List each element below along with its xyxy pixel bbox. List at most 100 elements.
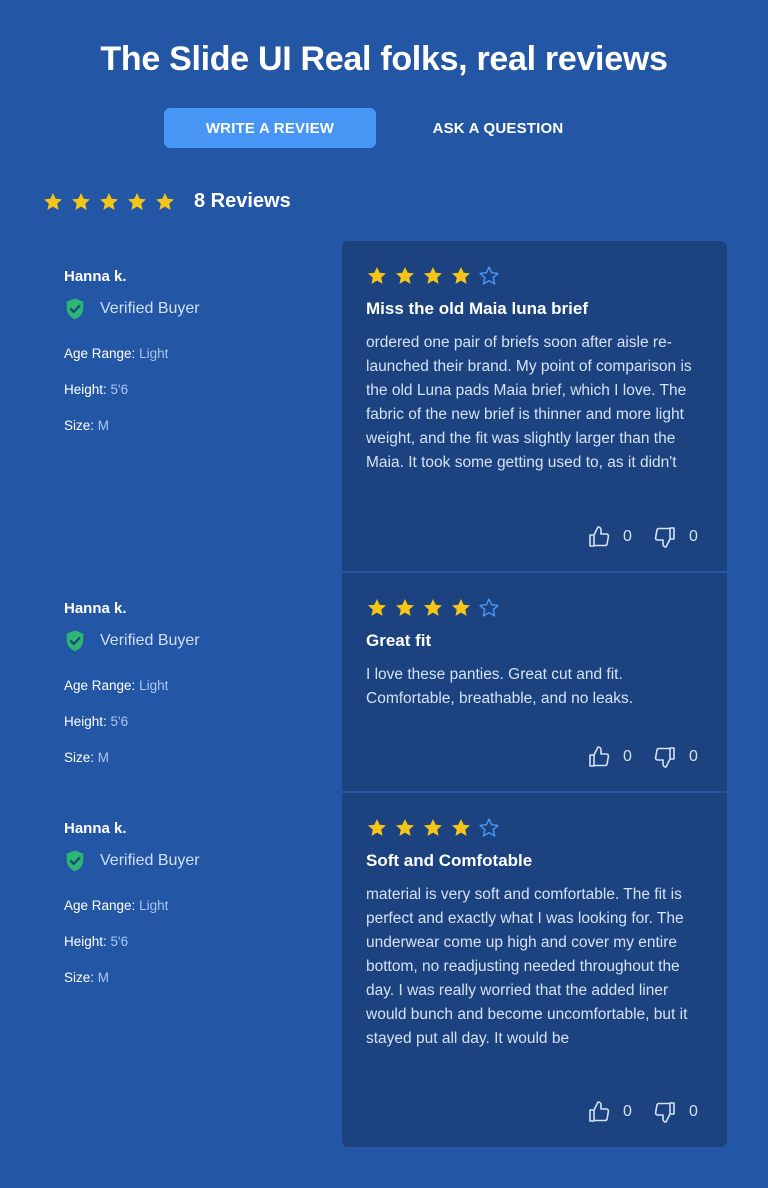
review-count: 8 Reviews bbox=[194, 190, 291, 212]
verified-badge: Verified Buyer bbox=[64, 849, 200, 873]
age-range: Age Range: Light bbox=[64, 898, 168, 913]
height: Height: 5'6 bbox=[64, 934, 128, 949]
star-filled-icon bbox=[450, 265, 472, 287]
unhelpful-button[interactable]: 0 bbox=[653, 1100, 703, 1124]
review-body: ordered one pair of briefs soon after ai… bbox=[366, 334, 692, 471]
review-title: Soft and Comfotable bbox=[366, 851, 533, 870]
age-range-label: Age Range: bbox=[64, 898, 136, 913]
star-filled-icon bbox=[126, 191, 148, 213]
verified-badge: Verified Buyer bbox=[64, 629, 200, 653]
thumbs-down-icon bbox=[653, 525, 677, 549]
star-filled-icon bbox=[422, 817, 444, 839]
review-rating bbox=[366, 817, 500, 839]
unhelpful-button[interactable]: 0 bbox=[653, 525, 703, 549]
verified-label: Verified Buyer bbox=[100, 300, 200, 317]
review-title: Miss the old Maia luna brief bbox=[366, 299, 588, 318]
height-label: Height: bbox=[64, 934, 107, 949]
review-item: Hanna k. Verified Buyer Age Range: Light… bbox=[0, 793, 768, 1147]
thumbs-up-icon bbox=[587, 745, 611, 769]
age-range-value: Light bbox=[139, 898, 169, 913]
reviewer-name: Hanna k. bbox=[64, 820, 127, 837]
verified-shield-icon bbox=[64, 629, 86, 653]
age-range-value: Light bbox=[139, 678, 169, 693]
reviewer-name: Hanna k. bbox=[64, 600, 127, 617]
review-title: Great fit bbox=[366, 631, 432, 650]
star-filled-icon bbox=[450, 817, 472, 839]
review-rating bbox=[366, 597, 500, 619]
height-label: Height: bbox=[64, 382, 107, 397]
age-range-label: Age Range: bbox=[64, 346, 136, 361]
review-votes: 0 0 bbox=[587, 525, 703, 549]
review-card: Miss the old Maia luna brief ordered one… bbox=[342, 241, 727, 571]
review-card: Soft and Comfotable material is very sof… bbox=[342, 793, 727, 1147]
star-filled-icon bbox=[154, 191, 176, 213]
unhelpful-count: 0 bbox=[689, 1103, 698, 1120]
verified-shield-icon bbox=[64, 849, 86, 873]
verified-label: Verified Buyer bbox=[100, 852, 200, 869]
star-filled-icon bbox=[394, 597, 416, 619]
age-range: Age Range: Light bbox=[64, 346, 168, 361]
helpful-button[interactable]: 0 bbox=[587, 1100, 637, 1124]
verified-shield-icon bbox=[64, 297, 86, 321]
star-filled-icon bbox=[70, 191, 92, 213]
star-empty-icon bbox=[478, 597, 500, 619]
age-range-label: Age Range: bbox=[64, 678, 136, 693]
star-filled-icon bbox=[366, 597, 388, 619]
age-range: Age Range: Light bbox=[64, 678, 168, 693]
helpful-count: 0 bbox=[623, 748, 632, 765]
size-label: Size: bbox=[64, 750, 95, 765]
helpful-button[interactable]: 0 bbox=[587, 525, 637, 549]
height: Height: 5'6 bbox=[64, 382, 128, 397]
reviewer-name: Hanna k. bbox=[64, 268, 127, 285]
verified-label: Verified Buyer bbox=[100, 632, 200, 649]
star-empty-icon bbox=[478, 265, 500, 287]
size: Size: M bbox=[64, 970, 109, 985]
star-filled-icon bbox=[42, 191, 64, 213]
size-value: M bbox=[97, 750, 110, 765]
age-range-value: Light bbox=[139, 346, 169, 361]
star-empty-icon bbox=[478, 817, 500, 839]
star-filled-icon bbox=[422, 597, 444, 619]
star-filled-icon bbox=[366, 817, 388, 839]
size-label: Size: bbox=[64, 970, 95, 985]
review-rating bbox=[366, 265, 500, 287]
size: Size: M bbox=[64, 750, 109, 765]
thumbs-down-icon bbox=[653, 1100, 677, 1124]
unhelpful-count: 0 bbox=[689, 748, 698, 765]
unhelpful-button[interactable]: 0 bbox=[653, 745, 703, 769]
review-votes: 0 0 bbox=[587, 1100, 703, 1124]
thumbs-up-icon bbox=[587, 1100, 611, 1124]
star-filled-icon bbox=[366, 265, 388, 287]
summary-stars bbox=[42, 191, 176, 213]
review-item: Hanna k. Verified Buyer Age Range: Light… bbox=[0, 573, 768, 791]
size: Size: M bbox=[64, 418, 109, 433]
helpful-button[interactable]: 0 bbox=[587, 745, 637, 769]
verified-badge: Verified Buyer bbox=[64, 297, 200, 321]
review-item: Hanna k. Verified Buyer Age Range: Light… bbox=[0, 241, 768, 571]
height-label: Height: bbox=[64, 714, 107, 729]
thumbs-up-icon bbox=[587, 525, 611, 549]
star-filled-icon bbox=[98, 191, 120, 213]
size-value: M bbox=[97, 970, 110, 985]
page-title: The Slide UI Real folks, real reviews bbox=[100, 40, 668, 78]
size-value: M bbox=[97, 418, 110, 433]
star-filled-icon bbox=[422, 265, 444, 287]
thumbs-down-icon bbox=[653, 745, 677, 769]
write-review-button[interactable]: Write a review bbox=[164, 108, 376, 148]
review-body: I love these panties. Great cut and fit.… bbox=[366, 666, 634, 707]
height-value: 5'6 bbox=[110, 934, 129, 949]
ask-question-button[interactable]: Ask a question bbox=[392, 108, 604, 148]
helpful-count: 0 bbox=[623, 528, 632, 545]
star-filled-icon bbox=[394, 265, 416, 287]
helpful-count: 0 bbox=[623, 1103, 632, 1120]
rating-summary: 8 Reviews bbox=[42, 190, 291, 213]
review-votes: 0 0 bbox=[587, 745, 703, 769]
star-filled-icon bbox=[394, 817, 416, 839]
unhelpful-count: 0 bbox=[689, 528, 698, 545]
star-filled-icon bbox=[450, 597, 472, 619]
review-body: material is very soft and comfortable. T… bbox=[366, 886, 688, 1047]
size-label: Size: bbox=[64, 418, 95, 433]
height: Height: 5'6 bbox=[64, 714, 128, 729]
review-card: Great fit I love these panties. Great cu… bbox=[342, 573, 727, 791]
height-value: 5'6 bbox=[110, 714, 129, 729]
